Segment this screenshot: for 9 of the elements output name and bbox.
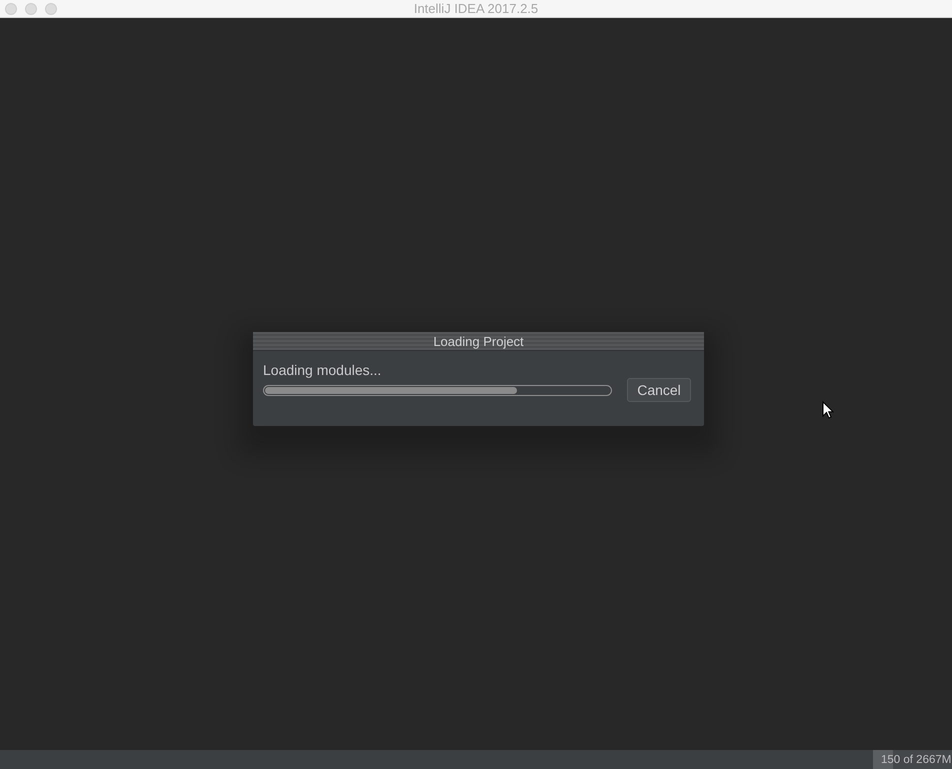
window-title: IntelliJ IDEA 2017.2.5	[414, 1, 538, 16]
close-button[interactable]	[5, 2, 17, 14]
dialog-title: Loading Project	[253, 332, 704, 351]
mouse-pointer-icon	[822, 401, 834, 419]
zoom-button[interactable]	[45, 2, 57, 14]
memory-indicator[interactable]: 150 of 2667M	[873, 750, 952, 769]
minimize-button[interactable]	[25, 2, 37, 14]
cancel-button[interactable]: Cancel	[627, 378, 691, 402]
status-text: Loading modules...	[263, 362, 382, 378]
